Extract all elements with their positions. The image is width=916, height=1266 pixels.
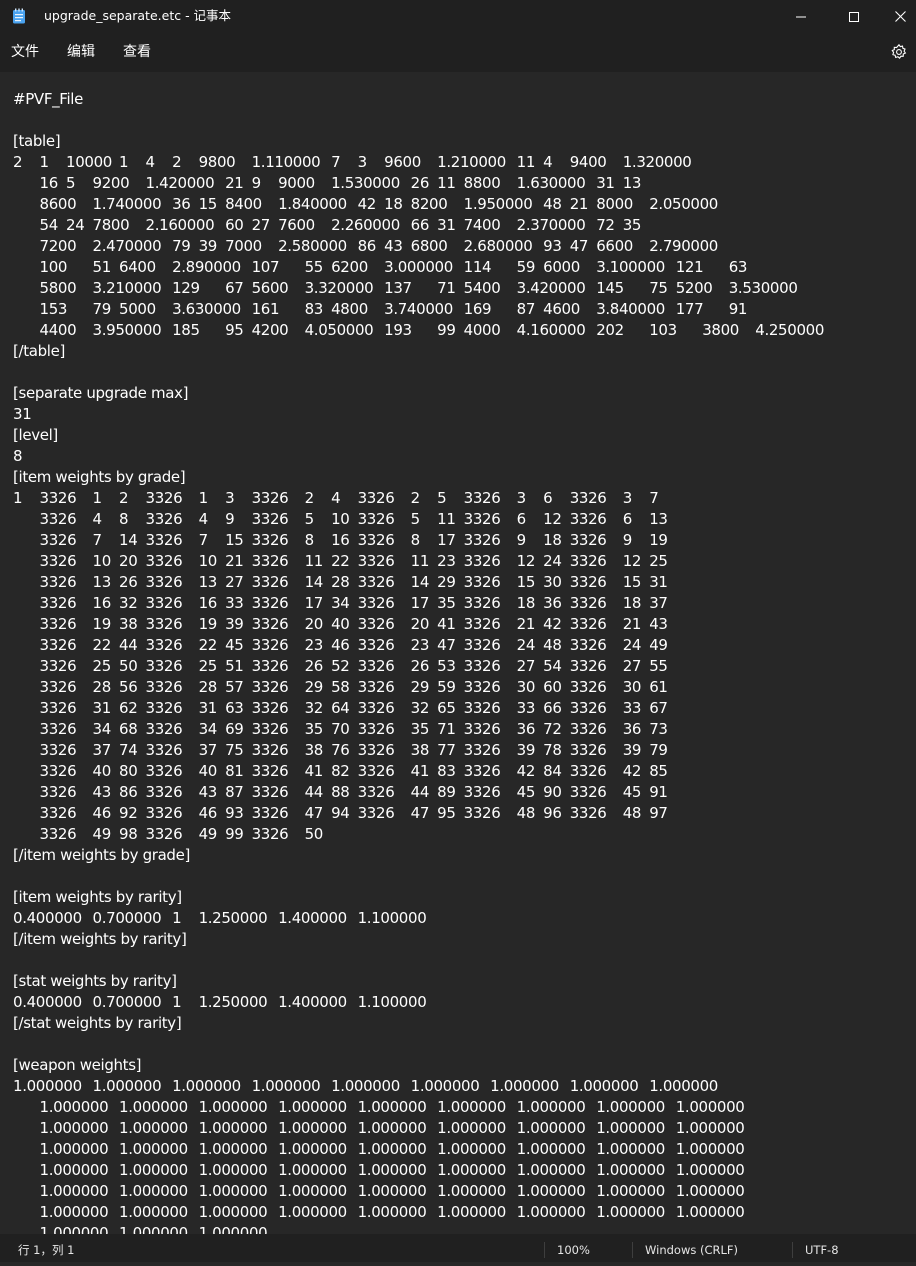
- editor-line[interactable]: 3326 31 62 3326 31 63 3326 32 64 3326 32…: [13, 699, 668, 717]
- editor-line[interactable]: 2 1 10000 1 4 2 9800 1.110000 7 3 9600 1…: [13, 153, 692, 171]
- editor-line[interactable]: 1.000000 1.000000 1.000000 1.000000 1.00…: [13, 1140, 745, 1158]
- editor-line[interactable]: 54 24 7800 2.160000 60 27 7600 2.260000 …: [13, 216, 642, 234]
- editor-line[interactable]: 3326 25 50 3326 25 51 3326 26 52 3326 26…: [13, 657, 668, 675]
- zoom-level: 100%: [557, 1243, 590, 1257]
- editor-line[interactable]: 8600 1.740000 36 15 8400 1.840000 42 18 …: [13, 195, 719, 213]
- editor-line[interactable]: 153 79 5000 3.630000 161 83 4800 3.74000…: [13, 300, 748, 318]
- editor-line[interactable]: 1 3326 1 2 3326 1 3 3326 2 4 3326 2 5 33…: [13, 489, 659, 507]
- editor-line[interactable]: 3326 19 38 3326 19 39 3326 20 40 3326 20…: [13, 615, 668, 633]
- maximize-icon: [849, 7, 859, 26]
- editor-line[interactable]: 3326 37 74 3326 37 75 3326 38 76 3326 38…: [13, 741, 668, 759]
- status-divider: [632, 1242, 633, 1258]
- editor-line[interactable]: 3326 28 56 3326 28 57 3326 29 58 3326 29…: [13, 678, 668, 696]
- editor-line[interactable]: [/stat weights by rarity]: [13, 1014, 182, 1032]
- status-bar: 行 1，列 1 100% Windows (CRLF) UTF-8: [0, 1234, 916, 1262]
- editor-line[interactable]: 1.000000 1.000000 1.000000: [13, 1224, 268, 1234]
- editor-content[interactable]: #PVF_File [table] 2 1 10000 1 4 2 9800 1…: [13, 89, 824, 1234]
- minimize-button[interactable]: [778, 0, 824, 32]
- editor-line[interactable]: 1.000000 1.000000 1.000000 1.000000 1.00…: [13, 1182, 745, 1200]
- editor-line[interactable]: 3326 46 92 3326 46 93 3326 47 94 3326 47…: [13, 804, 668, 822]
- editor-line[interactable]: 5800 3.210000 129 67 5600 3.320000 137 7…: [13, 279, 798, 297]
- editor-line[interactable]: 31: [13, 405, 32, 423]
- editor-line[interactable]: 1.000000 1.000000 1.000000 1.000000 1.00…: [13, 1077, 718, 1095]
- editor-line[interactable]: 3326 40 80 3326 40 81 3326 41 82 3326 41…: [13, 762, 668, 780]
- editor-line[interactable]: [stat weights by rarity]: [13, 972, 177, 990]
- settings-button[interactable]: [890, 43, 908, 61]
- editor-line[interactable]: 0.400000 0.700000 1 1.250000 1.400000 1.…: [13, 993, 427, 1011]
- editor-line[interactable]: [table]: [13, 132, 61, 150]
- menu-edit[interactable]: 编辑: [65, 32, 97, 72]
- editor-line[interactable]: [/table]: [13, 342, 65, 360]
- cursor-position: 行 1，列 1: [18, 1243, 75, 1257]
- editor-line[interactable]: [item weights by rarity]: [13, 888, 182, 906]
- maximize-button[interactable]: [831, 0, 877, 32]
- editor-line[interactable]: [/item weights by rarity]: [13, 930, 187, 948]
- editor-line[interactable]: 3326 4 8 3326 4 9 3326 5 10 3326 5 11 33…: [13, 510, 668, 528]
- editor-line[interactable]: 8: [13, 447, 23, 465]
- text-editor[interactable]: #PVF_File [table] 2 1 10000 1 4 2 9800 1…: [0, 72, 916, 1234]
- encoding: UTF-8: [805, 1243, 839, 1257]
- editor-line[interactable]: 0.400000 0.700000 1 1.250000 1.400000 1.…: [13, 909, 427, 927]
- menu-bar: 文件 编辑 查看: [0, 32, 916, 72]
- close-button[interactable]: [877, 0, 916, 32]
- editor-line[interactable]: [level]: [13, 426, 58, 444]
- editor-line[interactable]: [/item weights by grade]: [13, 846, 190, 864]
- notepad-icon: [12, 8, 26, 24]
- close-icon: [894, 7, 906, 26]
- editor-line[interactable]: 7200 2.470000 79 39 7000 2.580000 86 43 …: [13, 237, 719, 255]
- editor-line[interactable]: 16 5 9200 1.420000 21 9 9000 1.530000 26…: [13, 174, 642, 192]
- editor-line[interactable]: 1.000000 1.000000 1.000000 1.000000 1.00…: [13, 1119, 745, 1137]
- menu-view[interactable]: 查看: [121, 32, 153, 72]
- minimize-icon: [796, 7, 806, 26]
- editor-line[interactable]: 3326 22 44 3326 22 45 3326 23 46 3326 23…: [13, 636, 668, 654]
- editor-line[interactable]: [item weights by grade]: [13, 468, 186, 486]
- status-divider: [792, 1242, 793, 1258]
- status-divider: [544, 1242, 545, 1258]
- line-ending: Windows (CRLF): [645, 1243, 739, 1257]
- editor-line[interactable]: 1.000000 1.000000 1.000000 1.000000 1.00…: [13, 1098, 745, 1116]
- title-bar: upgrade_separate.etc - 记事本: [0, 0, 916, 32]
- editor-line[interactable]: [separate upgrade max]: [13, 384, 188, 402]
- editor-line[interactable]: 3326 13 26 3326 13 27 3326 14 28 3326 14…: [13, 573, 668, 591]
- editor-line[interactable]: 3326 10 20 3326 10 21 3326 11 22 3326 11…: [13, 552, 668, 570]
- editor-line[interactable]: 3326 16 32 3326 16 33 3326 17 34 3326 17…: [13, 594, 668, 612]
- editor-line[interactable]: 3326 7 14 3326 7 15 3326 8 16 3326 8 17 …: [13, 531, 668, 549]
- menu-file[interactable]: 文件: [9, 32, 41, 72]
- editor-line[interactable]: 3326 43 86 3326 43 87 3326 44 88 3326 44…: [13, 783, 668, 801]
- editor-line[interactable]: 4400 3.950000 185 95 4200 4.050000 193 9…: [13, 321, 825, 339]
- editor-line[interactable]: #PVF_File: [13, 90, 83, 108]
- editor-line[interactable]: 100 51 6400 2.890000 107 55 6200 3.00000…: [13, 258, 748, 276]
- editor-line[interactable]: 3326 49 98 3326 49 99 3326 50: [13, 825, 324, 843]
- editor-line[interactable]: 1.000000 1.000000 1.000000 1.000000 1.00…: [13, 1203, 745, 1221]
- gear-icon: [890, 43, 908, 65]
- editor-line[interactable]: [weapon weights]: [13, 1056, 142, 1074]
- editor-line[interactable]: 1.000000 1.000000 1.000000 1.000000 1.00…: [13, 1161, 745, 1179]
- editor-line[interactable]: 3326 34 68 3326 34 69 3326 35 70 3326 35…: [13, 720, 668, 738]
- window-title: upgrade_separate.etc - 记事本: [44, 8, 232, 23]
